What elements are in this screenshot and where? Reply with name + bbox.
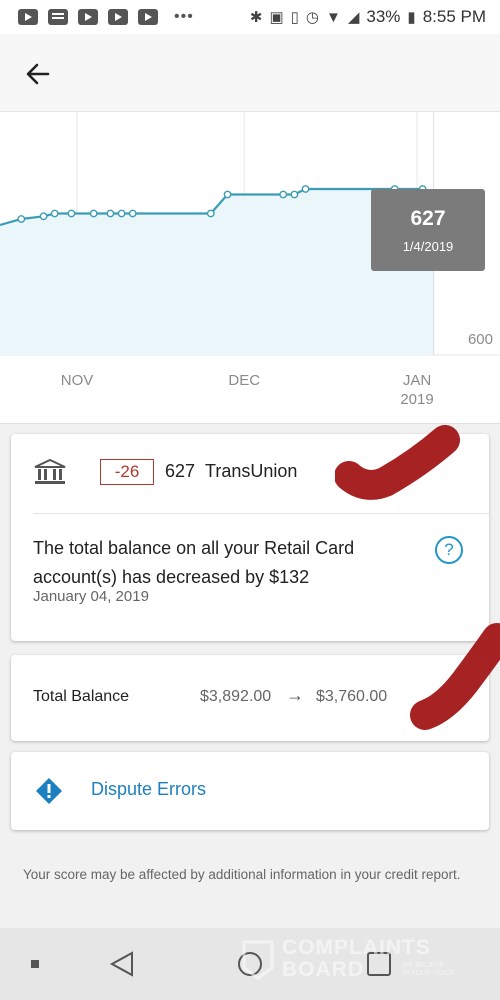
data-point[interactable] xyxy=(279,190,288,199)
bureau-name: TransUnion xyxy=(205,461,298,481)
data-point[interactable] xyxy=(206,209,215,218)
watermark-logo xyxy=(242,940,274,980)
chart-tooltip: 627 1/4/2019 xyxy=(371,189,485,271)
alert-diamond-icon xyxy=(36,778,62,804)
dispute-errors-link[interactable]: Dispute Errors xyxy=(91,779,206,800)
battery-percent: 33% xyxy=(366,7,401,26)
previous-balance: $3,892.00 xyxy=(200,688,272,705)
message-icon xyxy=(48,9,68,25)
data-point[interactable] xyxy=(223,190,232,199)
watermark-line1: COMPLAINTS xyxy=(282,936,431,959)
nav-back-icon[interactable] xyxy=(108,950,136,978)
youtube-icon xyxy=(78,9,98,25)
overflow-indicator: ••• xyxy=(174,8,194,25)
y-tick-label: 600 xyxy=(468,331,493,348)
system-icons: ✱ ▣ ▯ ◷ ▼ ◢ 33% ▮ 8:55 PM xyxy=(250,7,486,27)
arrow-left-icon xyxy=(26,63,50,85)
arrow-right-icon: → xyxy=(286,685,304,705)
data-point[interactable] xyxy=(17,215,26,223)
data-point[interactable] xyxy=(39,212,48,221)
x-tick-label: DEC xyxy=(228,372,260,389)
data-point[interactable] xyxy=(290,190,299,199)
notification-icons: ••• xyxy=(18,8,194,26)
recent-dot-icon[interactable] xyxy=(30,959,40,969)
x-tick-label: JAN 2019 xyxy=(400,372,433,408)
app-bar xyxy=(0,34,500,112)
x-tick-label: NOV xyxy=(61,372,94,389)
disclaimer-text: Your score may be affected by additional… xyxy=(23,867,461,882)
watermark-sub: WE BELIEVE IN YOUR VOICE xyxy=(402,962,455,977)
battery-icon: ▮ xyxy=(407,9,416,26)
nfc-icon: ▣ xyxy=(269,9,284,26)
youtube-icon xyxy=(108,9,128,25)
youtube-icon xyxy=(138,9,158,25)
alarm-icon: ◷ xyxy=(305,9,319,26)
current-balance: $3,760.00 xyxy=(316,688,388,705)
redaction-mark-top xyxy=(335,425,460,500)
data-point[interactable] xyxy=(117,209,126,218)
score-history-chart[interactable]: 600 NOV DEC JAN 2019 627 1/4/2019 xyxy=(0,112,500,424)
redaction-mark-bottom xyxy=(410,623,500,730)
total-balance-label: Total Balance xyxy=(33,688,130,705)
vibrate-icon: ▯ xyxy=(290,9,299,26)
youtube-icon xyxy=(18,9,38,25)
dispute-errors-card[interactable]: Dispute Errors xyxy=(11,752,489,830)
data-point[interactable] xyxy=(50,209,59,218)
bank-icon xyxy=(34,458,66,484)
bluetooth-icon: ✱ xyxy=(249,9,263,26)
card-divider xyxy=(33,513,489,514)
watermark: COMPLAINTS BOARD WE BELIEVE IN YOUR VOIC… xyxy=(240,936,470,984)
wifi-icon: ▼ xyxy=(325,8,341,26)
data-point[interactable] xyxy=(89,209,98,218)
current-score: 627 xyxy=(165,461,196,481)
alert-description: The total balance on all your Retail Car… xyxy=(33,538,355,587)
data-point[interactable] xyxy=(128,209,137,218)
tooltip-score: 627 xyxy=(410,207,446,230)
data-point[interactable] xyxy=(301,185,310,193)
watermark-line2: BOARD xyxy=(282,958,364,981)
back-button[interactable] xyxy=(20,56,56,92)
signal-icon: ◢ xyxy=(347,9,360,26)
score-change-badge: -26 xyxy=(100,459,154,485)
alert-date: January 04, 2019 xyxy=(33,588,149,605)
status-bar: ••• ✱ ▣ ▯ ◷ ▼ ◢ 33% ▮ 8:55 PM xyxy=(0,0,500,34)
clock: 8:55 PM xyxy=(422,7,486,26)
score-bureau: 627 TransUnion xyxy=(165,461,297,482)
tooltip-date: 1/4/2019 xyxy=(402,239,454,254)
help-icon[interactable]: ? xyxy=(435,536,463,564)
data-point[interactable] xyxy=(106,209,115,218)
data-point[interactable] xyxy=(67,209,76,218)
